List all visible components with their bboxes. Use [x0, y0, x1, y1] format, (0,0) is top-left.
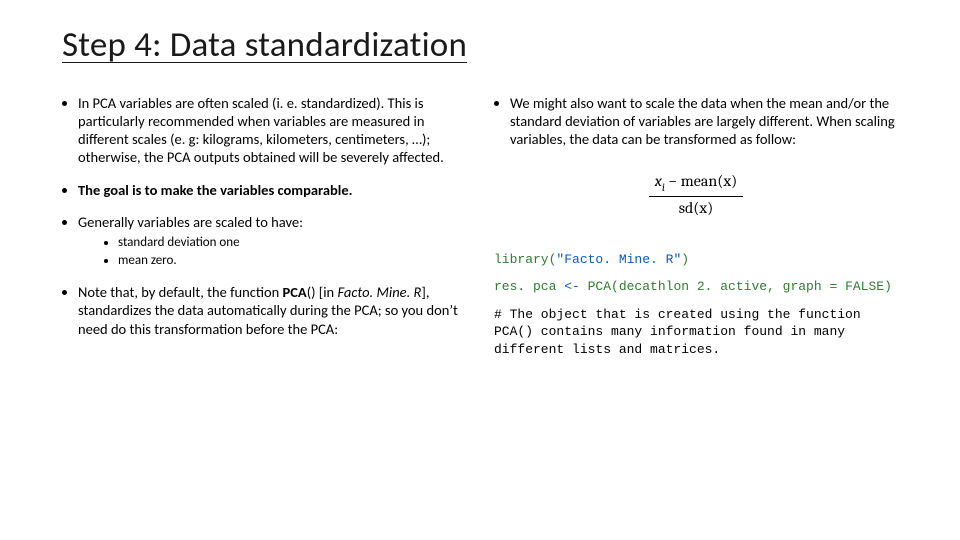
left-bullet-1: In PCA variables are often scaled (i. e.…: [78, 94, 466, 167]
code-pca-lhs: res. pca: [494, 279, 564, 294]
left-bullet-3: Generally variables are scaled to have: …: [78, 213, 466, 270]
code-lib-b: "Facto. Mine. R": [556, 252, 681, 267]
standardization-formula: xi − mean(x) sd(x): [494, 172, 898, 216]
left-bullet-4: Note that, by default, the function PCA(…: [78, 283, 466, 337]
formula-denominator: sd(x): [649, 197, 744, 217]
left-sub-bullet-1: standard deviation one: [118, 235, 466, 251]
code-lib-c: ): [681, 252, 689, 267]
code-library-call: library("Facto. Mine. R"): [494, 251, 898, 269]
left-column: In PCA variables are often scaled (i. e.…: [62, 94, 466, 368]
code-lib-a: library(: [494, 252, 556, 267]
formula-minus-mean: − mean(x): [665, 172, 737, 190]
two-column-layout: In PCA variables are often scaled (i. e.…: [62, 94, 898, 368]
code-pca-rhs: PCA(decathlon 2. active, graph = FALSE): [588, 279, 892, 294]
right-column: We might also want to scale the data whe…: [494, 94, 898, 368]
formula-numerator: xi − mean(x): [649, 172, 744, 196]
slide-title: Step 4: Data standardization: [62, 24, 898, 66]
pca-func-name: PCA: [283, 283, 307, 301]
left-sub-bullet-2: mean zero.: [118, 253, 466, 269]
formula-subscript-i: i: [662, 181, 665, 194]
left-b4-pre: Note that, by default, the function: [78, 283, 283, 301]
left-bullet-2: The goal is to make the variables compar…: [78, 181, 466, 199]
left-bullet-3-text: Generally variables are scaled to have:: [78, 213, 303, 231]
code-pca-call: res. pca <- PCA(decathlon 2. active, gra…: [494, 278, 898, 296]
left-b4-paren: () [in: [307, 283, 338, 301]
pkg-name: Facto. Mine. R: [337, 283, 421, 301]
code-comment: # The object that is created using the f…: [494, 306, 898, 359]
right-bullet-1: We might also want to scale the data whe…: [510, 94, 898, 148]
code-pca-arrow: <-: [564, 279, 587, 294]
formula-x: x: [655, 172, 662, 190]
